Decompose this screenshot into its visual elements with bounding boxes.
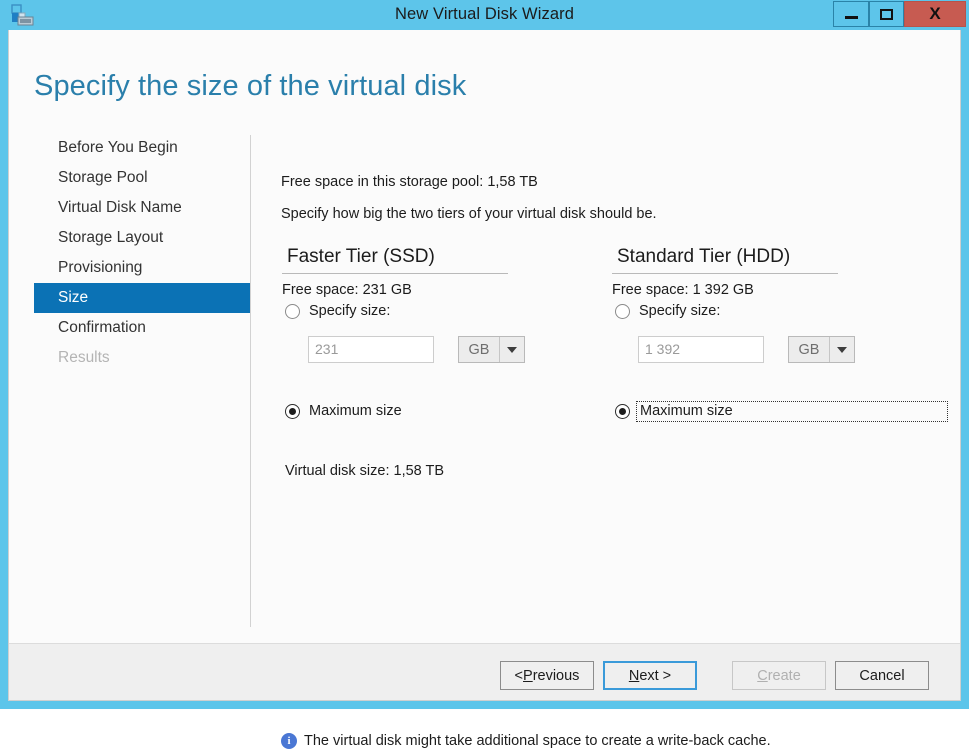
radio-ssd-specify-size[interactable]: Specify size: <box>285 301 390 321</box>
radio-ssd-specify-size-indicator[interactable] <box>285 303 300 319</box>
body-area: Before You Begin Storage Pool Virtual Di… <box>9 133 960 749</box>
radio-hdd-specify-size-label: Specify size: <box>639 303 721 319</box>
previous-button-suffix: revious <box>532 667 580 684</box>
close-button[interactable]: X <box>904 1 966 27</box>
tier-ssd: Faster Tier (SSD) Free space: 231 GB <box>282 246 510 298</box>
radio-hdd-maximum-size[interactable]: Maximum size <box>615 400 948 422</box>
radio-hdd-maximum-size-label: Maximum size <box>636 400 948 422</box>
minimize-icon <box>844 16 858 19</box>
cancel-button-label: Cancel <box>859 667 905 684</box>
previous-button[interactable]: < Previous <box>500 661 594 690</box>
next-button-suffix: ext > <box>639 667 672 684</box>
ssd-unit-value: GB <box>468 341 490 358</box>
page-title: Specify the size of the virtual disk <box>34 70 467 102</box>
previous-button-accel: P <box>523 667 533 684</box>
footer-bar: < Previous Next > Create Cancel <box>9 643 960 700</box>
free-space-pool-text: Free space in this storage pool: 1,58 TB <box>281 174 538 190</box>
radio-hdd-maximum-size-indicator[interactable] <box>615 403 630 419</box>
title-bar: New Virtual Disk Wizard X <box>0 0 969 30</box>
cancel-button[interactable]: Cancel <box>835 661 929 690</box>
tier-ssd-rule <box>282 273 508 274</box>
radio-ssd-maximum-size[interactable]: Maximum size <box>285 401 402 421</box>
radio-hdd-specify-size-indicator[interactable] <box>615 303 630 319</box>
info-icon: i <box>281 733 297 749</box>
wizard-window: New Virtual Disk Wizard X Specify the si… <box>0 0 969 749</box>
sidebar-item-provisioning[interactable]: Provisioning <box>34 253 250 283</box>
chevron-down-icon[interactable] <box>499 337 524 362</box>
create-button: Create <box>732 661 826 690</box>
window-title: New Virtual Disk Wizard <box>395 5 574 23</box>
create-button-suffix: reate <box>767 667 801 684</box>
sidebar-divider <box>250 135 251 627</box>
ssd-unit-select[interactable]: GB <box>458 336 525 363</box>
radio-ssd-maximum-size-indicator[interactable] <box>285 403 300 419</box>
info-message: i The virtual disk might take additional… <box>281 733 771 749</box>
radio-ssd-maximum-size-label: Maximum size <box>309 403 402 419</box>
tier-hdd-free-space: Free space: 1 392 GB <box>612 282 754 298</box>
chevron-down-icon[interactable] <box>829 337 854 362</box>
tier-hdd-rule <box>612 273 838 274</box>
radio-ssd-specify-size-label: Specify size: <box>309 303 391 319</box>
radio-hdd-specify-size[interactable]: Specify size: <box>615 301 720 321</box>
info-message-text: The virtual disk might take additional s… <box>304 733 771 749</box>
next-button-accel: N <box>628 667 640 684</box>
sidebar-item-confirmation[interactable]: Confirmation <box>34 313 250 343</box>
close-icon: X <box>929 4 941 23</box>
sidebar-item-before-you-begin[interactable]: Before You Begin <box>34 133 250 163</box>
tier-hdd: Standard Tier (HDD) Free space: 1 392 GB <box>612 246 840 298</box>
sidebar-item-storage-pool[interactable]: Storage Pool <box>34 163 250 193</box>
virtual-disk-size-text: Virtual disk size: 1,58 TB <box>285 463 445 479</box>
previous-button-prefix: < <box>514 667 524 684</box>
ssd-size-input[interactable]: 231 <box>308 336 434 363</box>
maximize-icon <box>880 8 893 20</box>
tier-hdd-title: Standard Tier (HDD) <box>617 246 791 267</box>
minimize-button[interactable] <box>833 1 869 27</box>
hdd-unit-select[interactable]: GB <box>788 336 855 363</box>
sidebar-item-virtual-disk-name[interactable]: Virtual Disk Name <box>34 193 250 223</box>
tier-ssd-title: Faster Tier (SSD) <box>287 246 435 267</box>
sidebar-item-results: Results <box>58 349 110 366</box>
client-area: Specify the size of the virtual disk Bef… <box>8 30 961 749</box>
sidebar-item-size[interactable]: Size <box>34 283 250 313</box>
hdd-size-input[interactable]: 1 392 <box>638 336 764 363</box>
instruction-text: Specify how big the two tiers of your vi… <box>281 206 657 222</box>
tier-ssd-free-space: Free space: 231 GB <box>282 282 412 298</box>
create-button-accel: C <box>757 667 768 684</box>
sidebar-item-storage-layout[interactable]: Storage Layout <box>34 223 250 253</box>
next-button[interactable]: Next > <box>603 661 697 690</box>
maximize-button[interactable] <box>869 1 904 27</box>
wizard-steps-nav: Before You Begin Storage Pool Virtual Di… <box>34 133 250 373</box>
hdd-unit-value: GB <box>798 341 820 358</box>
